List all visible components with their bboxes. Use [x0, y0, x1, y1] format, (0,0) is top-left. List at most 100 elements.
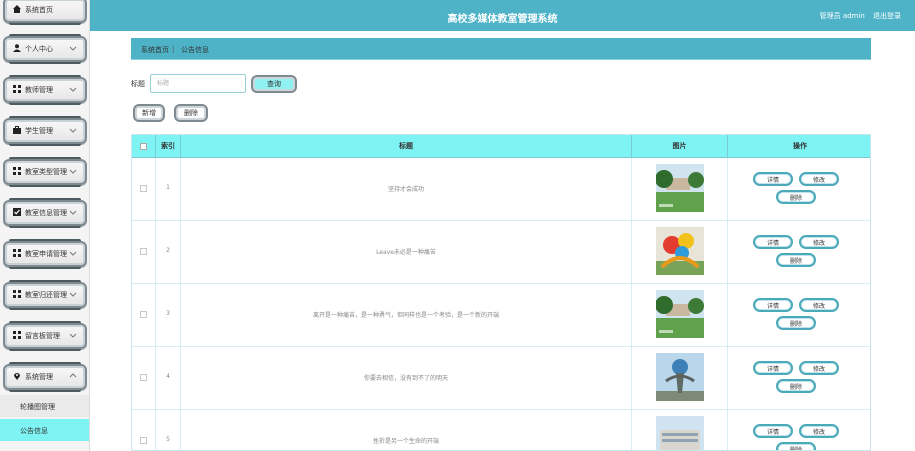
row-index: 2 — [166, 247, 170, 254]
sidebar-item-label: 留言板管理 — [25, 332, 60, 340]
grid-icon — [13, 331, 21, 339]
sidebar-item-label: 个人中心 — [25, 45, 53, 53]
breadcrumb: 系统首页 | 公告信息 — [131, 38, 871, 60]
home-icon — [13, 5, 21, 13]
grid-icon — [13, 290, 21, 298]
briefcase-icon — [13, 126, 21, 134]
sidebar-subitem-label: 轮播图管理 — [20, 403, 55, 411]
row-image-globe-sculpture — [656, 353, 704, 401]
sidebar-item-message-board[interactable]: 留言板管理 — [3, 321, 87, 351]
sidebar-item-teachers[interactable]: 教师管理 — [3, 75, 87, 105]
sidebar-item-label: 教室申请管理 — [25, 250, 67, 258]
sidebar-subitem-announcements[interactable]: 公告信息 — [0, 419, 89, 441]
detail-button[interactable]: 详情 — [753, 235, 793, 249]
chevron-down-icon — [69, 210, 77, 215]
detail-button[interactable]: 详情 — [753, 424, 793, 438]
edit-button[interactable]: 修改 — [799, 361, 839, 375]
row-title: Leave未必是一种痛苦 — [376, 249, 436, 256]
row-checkbox[interactable] — [140, 248, 147, 255]
sidebar-item-system[interactable]: 系统管理 — [3, 362, 87, 392]
row-delete-button[interactable]: 删除 — [776, 442, 816, 450]
row-index: 1 — [166, 184, 170, 191]
table-row: 5 挫折是另一个生命的开端 详情 修改 删除 — [132, 410, 870, 450]
sidebar-item-label: 系统首页 — [25, 6, 53, 14]
grid-icon — [13, 249, 21, 257]
sidebar-subitem-carousel[interactable]: 轮播图管理 — [0, 395, 89, 417]
sidebar-item-label: 教室信息管理 — [25, 209, 67, 217]
row-delete-button[interactable]: 删除 — [776, 190, 816, 204]
app-title: 高校多媒体教室管理系统 — [447, 14, 558, 25]
checklist-icon — [13, 208, 21, 216]
chevron-up-icon — [69, 373, 77, 378]
row-delete-button[interactable]: 删除 — [776, 379, 816, 393]
title-search-input[interactable]: 标题 — [150, 74, 246, 93]
breadcrumb-home[interactable]: 系统首页 — [141, 45, 169, 55]
sidebar-subitem-label: 公告信息 — [20, 427, 48, 435]
row-title: 挫折是另一个生命的开端 — [372, 438, 439, 445]
announcements-table: 索引 标题 图片 操作 1 坚持才会成功 详情 修改 删除 2 Leave未必是… — [131, 134, 871, 451]
table-row: 2 Leave未必是一种痛苦 详情 修改 删除 — [132, 221, 870, 284]
sidebar-item-home[interactable]: 系统首页 — [3, 0, 87, 25]
sidebar-item-students[interactable]: 学生管理 — [3, 116, 87, 146]
chevron-down-icon — [69, 46, 77, 51]
row-checkbox[interactable] — [140, 185, 147, 192]
sidebar-item-room-returns[interactable]: 教室归还管理 — [3, 280, 87, 310]
detail-button[interactable]: 详情 — [753, 172, 793, 186]
edit-button[interactable]: 修改 — [799, 298, 839, 312]
table-header: 索引 标题 图片 操作 — [132, 135, 870, 158]
row-image-campus-lawn — [656, 164, 704, 212]
sidebar-item-label: 教师管理 — [25, 86, 53, 94]
row-delete-button[interactable]: 删除 — [776, 253, 816, 267]
select-all-cell — [132, 135, 156, 158]
user-icon — [13, 44, 21, 52]
row-checkbox[interactable] — [140, 374, 147, 381]
row-title: 你要去相信，没有到不了的明天 — [363, 375, 448, 382]
current-user-label: 管理员 admin — [819, 12, 865, 20]
table-row: 1 坚持才会成功 详情 修改 删除 — [132, 158, 870, 221]
detail-button[interactable]: 详情 — [753, 361, 793, 375]
select-all-checkbox[interactable] — [140, 143, 147, 150]
sidebar-item-label: 教室归还管理 — [25, 291, 67, 299]
row-image-campus-lawn — [656, 290, 704, 338]
column-header-operation: 操作 — [793, 142, 807, 150]
sidebar-item-label: 系统管理 — [25, 373, 53, 381]
row-title: 离开是一种痛苦，是一种勇气，但同样也是一个考验，是一个新的开端 — [312, 312, 499, 319]
table-row: 4 你要去相信，没有到不了的明天 详情 修改 删除 — [132, 347, 870, 410]
chevron-down-icon — [69, 292, 77, 297]
row-delete-button[interactable]: 删除 — [776, 316, 816, 330]
top-header: 高校多媒体教室管理系统 管理员 admin 退出登录 — [90, 0, 915, 31]
sidebar-item-label: 教室类型管理 — [25, 168, 67, 176]
edit-button[interactable]: 修改 — [799, 424, 839, 438]
search-button-label: 查询 — [267, 80, 281, 88]
chevron-down-icon — [69, 169, 77, 174]
pin-icon — [14, 373, 20, 380]
delete-button[interactable]: 删除 — [174, 104, 208, 122]
grid-icon — [13, 167, 21, 175]
table-row: 3 离开是一种痛苦，是一种勇气，但同样也是一个考验，是一个新的开端 详情 修改 … — [132, 284, 870, 347]
add-button-label: 新增 — [142, 109, 156, 117]
row-checkbox[interactable] — [140, 311, 147, 318]
chevron-down-icon — [69, 251, 77, 256]
row-image-colorful-sculpture — [656, 227, 704, 275]
header-user-area: 管理员 admin 退出登录 — [814, 11, 901, 21]
column-header-title: 标题 — [181, 135, 632, 158]
row-checkbox[interactable] — [140, 437, 147, 444]
sidebar-item-label: 学生管理 — [25, 127, 53, 135]
row-index: 3 — [166, 310, 170, 317]
logout-link[interactable]: 退出登录 — [873, 12, 901, 20]
sidebar-item-profile[interactable]: 个人中心 — [3, 34, 87, 64]
column-header-image: 图片 — [632, 135, 728, 158]
sidebar-item-room-types[interactable]: 教室类型管理 — [3, 157, 87, 187]
edit-button[interactable]: 修改 — [799, 235, 839, 249]
edit-button[interactable]: 修改 — [799, 172, 839, 186]
add-button[interactable]: 新增 — [133, 104, 165, 122]
search-label: 标题 — [131, 80, 145, 88]
sidebar-item-room-info[interactable]: 教室信息管理 — [3, 198, 87, 228]
row-index: 5 — [166, 436, 170, 443]
search-button[interactable]: 查询 — [251, 75, 297, 93]
detail-button[interactable]: 详情 — [753, 298, 793, 312]
delete-button-label: 删除 — [184, 109, 198, 117]
sidebar-item-room-applications[interactable]: 教室申请管理 — [3, 239, 87, 269]
column-header-index: 索引 — [156, 135, 181, 158]
sidebar: 系统首页 个人中心 教师管理 学生管理 教室类型管理 教室信息管理 教室申请管理 — [0, 0, 90, 451]
